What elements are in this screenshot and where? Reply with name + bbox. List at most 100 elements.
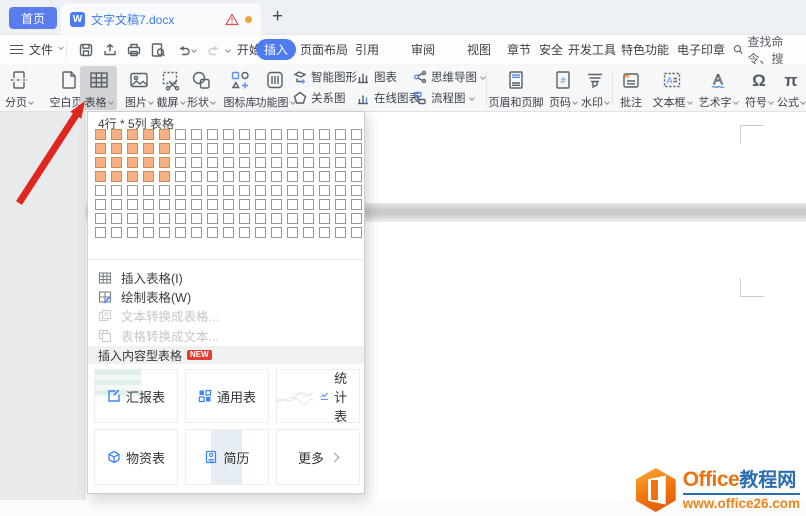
- grid-cell[interactable]: [111, 143, 122, 154]
- grid-cell[interactable]: [111, 129, 122, 140]
- grid-cell[interactable]: [191, 143, 202, 154]
- grid-cell[interactable]: [175, 227, 186, 238]
- grid-cell[interactable]: [351, 157, 362, 168]
- tile-statistics-table[interactable]: 统计表: [276, 369, 360, 423]
- grid-cell[interactable]: [207, 213, 218, 224]
- tile-resume[interactable]: 简历: [185, 429, 269, 485]
- online-chart-button[interactable]: 在线图表: [356, 89, 420, 106]
- mind-map-button[interactable]: 思维导图: [413, 68, 486, 85]
- grid-cell[interactable]: [255, 199, 266, 210]
- grid-cell[interactable]: [143, 129, 154, 140]
- grid-cell[interactable]: [303, 199, 314, 210]
- grid-cell[interactable]: [239, 227, 250, 238]
- grid-cell[interactable]: [351, 213, 362, 224]
- grid-cell[interactable]: [223, 199, 234, 210]
- smart-graphics-button[interactable]: 智能图形: [293, 68, 357, 85]
- grid-cell[interactable]: [255, 171, 266, 182]
- grid-cell[interactable]: [223, 213, 234, 224]
- grid-cell[interactable]: [95, 129, 106, 140]
- grid-cell[interactable]: [95, 227, 106, 238]
- grid-cell[interactable]: [335, 185, 346, 196]
- grid-cell[interactable]: [351, 199, 362, 210]
- grid-cell[interactable]: [351, 171, 362, 182]
- tab-special-features[interactable]: 特色功能: [620, 35, 670, 64]
- text-box-button[interactable]: A 文本框: [649, 66, 695, 110]
- grid-cell[interactable]: [319, 199, 330, 210]
- grid-cell[interactable]: [111, 157, 122, 168]
- grid-cell[interactable]: [239, 129, 250, 140]
- flowchart-button[interactable]: 流程图: [413, 89, 475, 106]
- document-tab[interactable]: W 文字文稿7.docx: [61, 3, 261, 35]
- grid-cell[interactable]: [319, 171, 330, 182]
- grid-cell[interactable]: [255, 213, 266, 224]
- grid-cell[interactable]: [223, 129, 234, 140]
- grid-cell[interactable]: [175, 157, 186, 168]
- grid-cell[interactable]: [207, 157, 218, 168]
- grid-cell[interactable]: [319, 157, 330, 168]
- grid-cell[interactable]: [159, 157, 170, 168]
- grid-cell[interactable]: [223, 171, 234, 182]
- grid-cell[interactable]: [271, 227, 282, 238]
- new-tab-button[interactable]: +: [272, 5, 283, 29]
- grid-cell[interactable]: [255, 143, 266, 154]
- tab-section[interactable]: 章节: [506, 35, 532, 64]
- grid-cell[interactable]: [335, 157, 346, 168]
- grid-cell[interactable]: [303, 143, 314, 154]
- comment-button[interactable]: 批注: [615, 66, 647, 110]
- grid-cell[interactable]: [127, 171, 138, 182]
- grid-cell[interactable]: [127, 129, 138, 140]
- page-break-button[interactable]: 分页: [0, 66, 38, 110]
- qat-more-caret[interactable]: [225, 35, 231, 64]
- grid-cell[interactable]: [175, 185, 186, 196]
- tab-page-layout[interactable]: 页面布局: [300, 35, 348, 64]
- grid-cell[interactable]: [271, 171, 282, 182]
- shapes-button[interactable]: 形状: [181, 66, 221, 110]
- grid-cell[interactable]: [191, 227, 202, 238]
- grid-cell[interactable]: [207, 199, 218, 210]
- page-number-button[interactable]: # 页码: [545, 66, 581, 110]
- grid-cell[interactable]: [319, 227, 330, 238]
- grid-cell[interactable]: [239, 185, 250, 196]
- grid-cell[interactable]: [95, 199, 106, 210]
- print-button[interactable]: [126, 42, 142, 58]
- formula-button[interactable]: π 公式: [774, 66, 806, 110]
- grid-cell[interactable]: [207, 171, 218, 182]
- menu-item-draw-table[interactable]: 绘制表格(W): [88, 287, 364, 306]
- grid-cell[interactable]: [159, 185, 170, 196]
- grid-cell[interactable]: [351, 185, 362, 196]
- grid-cell[interactable]: [159, 227, 170, 238]
- export-button[interactable]: [102, 42, 118, 58]
- undo-button[interactable]: [176, 42, 192, 58]
- tab-electronic-seal[interactable]: 电子印章: [676, 35, 726, 64]
- function-diagram-button[interactable]: 功能图: [251, 66, 299, 110]
- grid-cell[interactable]: [159, 213, 170, 224]
- grid-cell[interactable]: [159, 199, 170, 210]
- grid-cell[interactable]: [111, 171, 122, 182]
- grid-cell[interactable]: [319, 213, 330, 224]
- grid-cell[interactable]: [127, 213, 138, 224]
- grid-cell[interactable]: [239, 171, 250, 182]
- grid-cell[interactable]: [303, 185, 314, 196]
- home-tab[interactable]: 首页: [9, 7, 57, 29]
- file-menu[interactable]: 文件: [10, 35, 64, 64]
- grid-cell[interactable]: [303, 129, 314, 140]
- grid-cell[interactable]: [95, 157, 106, 168]
- grid-cell[interactable]: [191, 171, 202, 182]
- grid-cell[interactable]: [143, 213, 154, 224]
- redo-button[interactable]: [206, 42, 222, 58]
- grid-cell[interactable]: [143, 157, 154, 168]
- grid-cell[interactable]: [111, 199, 122, 210]
- grid-cell[interactable]: [223, 157, 234, 168]
- watermark-button[interactable]: 水印: [577, 66, 613, 110]
- tab-insert-active[interactable]: 插入: [256, 39, 296, 60]
- grid-cell[interactable]: [223, 227, 234, 238]
- grid-cell[interactable]: [271, 199, 282, 210]
- grid-cell[interactable]: [127, 199, 138, 210]
- grid-cell[interactable]: [95, 213, 106, 224]
- grid-cell[interactable]: [239, 199, 250, 210]
- grid-cell[interactable]: [255, 227, 266, 238]
- grid-cell[interactable]: [143, 143, 154, 154]
- grid-cell[interactable]: [175, 143, 186, 154]
- grid-cell[interactable]: [191, 129, 202, 140]
- grid-cell[interactable]: [191, 157, 202, 168]
